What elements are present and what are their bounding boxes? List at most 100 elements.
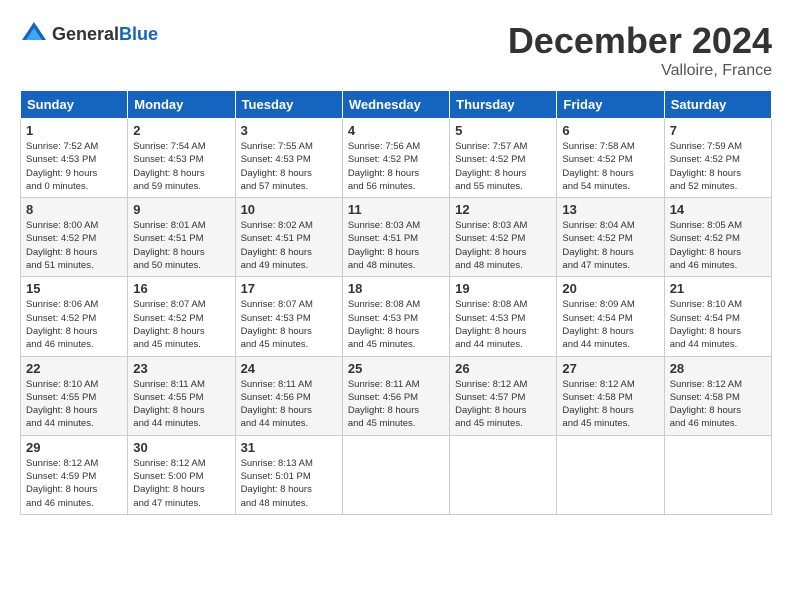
day-number: 8 [26, 202, 122, 217]
calendar-cell [664, 435, 771, 514]
day-info: Sunrise: 7:56 AMSunset: 4:52 PMDaylight:… [348, 140, 444, 193]
month-year: December 2024 [508, 20, 772, 62]
day-info: Sunrise: 8:11 AMSunset: 4:56 PMDaylight:… [241, 378, 337, 431]
day-info: Sunrise: 8:08 AMSunset: 4:53 PMDaylight:… [348, 298, 444, 351]
day-number: 11 [348, 202, 444, 217]
calendar-cell: 10 Sunrise: 8:02 AMSunset: 4:51 PMDaylig… [235, 198, 342, 277]
day-number: 16 [133, 281, 229, 296]
day-info: Sunrise: 8:12 AMSunset: 4:59 PMDaylight:… [26, 457, 122, 510]
day-number: 23 [133, 361, 229, 376]
day-info: Sunrise: 8:10 AMSunset: 4:54 PMDaylight:… [670, 298, 766, 351]
day-info: Sunrise: 7:55 AMSunset: 4:53 PMDaylight:… [241, 140, 337, 193]
day-info: Sunrise: 7:54 AMSunset: 4:53 PMDaylight:… [133, 140, 229, 193]
day-info: Sunrise: 8:03 AMSunset: 4:51 PMDaylight:… [348, 219, 444, 272]
day-number: 28 [670, 361, 766, 376]
day-info: Sunrise: 8:03 AMSunset: 4:52 PMDaylight:… [455, 219, 551, 272]
weekday-header: Thursday [450, 91, 557, 119]
calendar-cell: 27 Sunrise: 8:12 AMSunset: 4:58 PMDaylig… [557, 356, 664, 435]
calendar-cell: 26 Sunrise: 8:12 AMSunset: 4:57 PMDaylig… [450, 356, 557, 435]
calendar-cell: 25 Sunrise: 8:11 AMSunset: 4:56 PMDaylig… [342, 356, 449, 435]
calendar-table: SundayMondayTuesdayWednesdayThursdayFrid… [20, 90, 772, 515]
day-info: Sunrise: 8:13 AMSunset: 5:01 PMDaylight:… [241, 457, 337, 510]
day-number: 5 [455, 123, 551, 138]
day-number: 25 [348, 361, 444, 376]
logo: GeneralBlue [20, 20, 158, 48]
day-number: 6 [562, 123, 658, 138]
calendar-week-row: 29 Sunrise: 8:12 AMSunset: 4:59 PMDaylig… [21, 435, 772, 514]
calendar-cell: 4 Sunrise: 7:56 AMSunset: 4:52 PMDayligh… [342, 119, 449, 198]
calendar-cell: 5 Sunrise: 7:57 AMSunset: 4:52 PMDayligh… [450, 119, 557, 198]
calendar-cell: 13 Sunrise: 8:04 AMSunset: 4:52 PMDaylig… [557, 198, 664, 277]
weekday-header: Sunday [21, 91, 128, 119]
calendar-cell: 22 Sunrise: 8:10 AMSunset: 4:55 PMDaylig… [21, 356, 128, 435]
calendar-cell: 30 Sunrise: 8:12 AMSunset: 5:00 PMDaylig… [128, 435, 235, 514]
weekday-header: Wednesday [342, 91, 449, 119]
calendar-cell: 31 Sunrise: 8:13 AMSunset: 5:01 PMDaylig… [235, 435, 342, 514]
day-info: Sunrise: 8:07 AMSunset: 4:53 PMDaylight:… [241, 298, 337, 351]
logo-general-text: GeneralBlue [52, 24, 158, 45]
calendar-cell: 23 Sunrise: 8:11 AMSunset: 4:55 PMDaylig… [128, 356, 235, 435]
day-info: Sunrise: 8:12 AMSunset: 4:57 PMDaylight:… [455, 378, 551, 431]
day-info: Sunrise: 7:52 AMSunset: 4:53 PMDaylight:… [26, 140, 122, 193]
day-info: Sunrise: 8:09 AMSunset: 4:54 PMDaylight:… [562, 298, 658, 351]
day-number: 15 [26, 281, 122, 296]
day-number: 29 [26, 440, 122, 455]
calendar-cell: 6 Sunrise: 7:58 AMSunset: 4:52 PMDayligh… [557, 119, 664, 198]
page-header: GeneralBlue December 2024 Valloire, Fran… [20, 20, 772, 80]
day-number: 7 [670, 123, 766, 138]
weekday-header: Monday [128, 91, 235, 119]
day-number: 2 [133, 123, 229, 138]
day-number: 31 [241, 440, 337, 455]
weekday-header: Friday [557, 91, 664, 119]
calendar-cell: 1 Sunrise: 7:52 AMSunset: 4:53 PMDayligh… [21, 119, 128, 198]
calendar-cell: 11 Sunrise: 8:03 AMSunset: 4:51 PMDaylig… [342, 198, 449, 277]
day-info: Sunrise: 8:10 AMSunset: 4:55 PMDaylight:… [26, 378, 122, 431]
day-number: 17 [241, 281, 337, 296]
calendar-cell: 28 Sunrise: 8:12 AMSunset: 4:58 PMDaylig… [664, 356, 771, 435]
day-info: Sunrise: 8:12 AMSunset: 4:58 PMDaylight:… [670, 378, 766, 431]
day-info: Sunrise: 8:01 AMSunset: 4:51 PMDaylight:… [133, 219, 229, 272]
day-number: 30 [133, 440, 229, 455]
calendar-cell: 19 Sunrise: 8:08 AMSunset: 4:53 PMDaylig… [450, 277, 557, 356]
day-number: 20 [562, 281, 658, 296]
day-number: 24 [241, 361, 337, 376]
day-info: Sunrise: 8:06 AMSunset: 4:52 PMDaylight:… [26, 298, 122, 351]
day-number: 3 [241, 123, 337, 138]
day-info: Sunrise: 7:59 AMSunset: 4:52 PMDaylight:… [670, 140, 766, 193]
day-number: 21 [670, 281, 766, 296]
weekday-header-row: SundayMondayTuesdayWednesdayThursdayFrid… [21, 91, 772, 119]
title-block: December 2024 Valloire, France [508, 20, 772, 80]
calendar-cell: 14 Sunrise: 8:05 AMSunset: 4:52 PMDaylig… [664, 198, 771, 277]
calendar-cell [450, 435, 557, 514]
calendar-cell: 9 Sunrise: 8:01 AMSunset: 4:51 PMDayligh… [128, 198, 235, 277]
day-number: 22 [26, 361, 122, 376]
day-info: Sunrise: 8:12 AMSunset: 4:58 PMDaylight:… [562, 378, 658, 431]
day-number: 12 [455, 202, 551, 217]
calendar-cell: 15 Sunrise: 8:06 AMSunset: 4:52 PMDaylig… [21, 277, 128, 356]
calendar-cell: 21 Sunrise: 8:10 AMSunset: 4:54 PMDaylig… [664, 277, 771, 356]
calendar-cell: 2 Sunrise: 7:54 AMSunset: 4:53 PMDayligh… [128, 119, 235, 198]
day-number: 13 [562, 202, 658, 217]
day-info: Sunrise: 8:05 AMSunset: 4:52 PMDaylight:… [670, 219, 766, 272]
day-number: 10 [241, 202, 337, 217]
day-number: 18 [348, 281, 444, 296]
calendar-cell [342, 435, 449, 514]
calendar-week-row: 15 Sunrise: 8:06 AMSunset: 4:52 PMDaylig… [21, 277, 772, 356]
day-info: Sunrise: 8:08 AMSunset: 4:53 PMDaylight:… [455, 298, 551, 351]
day-info: Sunrise: 8:04 AMSunset: 4:52 PMDaylight:… [562, 219, 658, 272]
calendar-cell: 17 Sunrise: 8:07 AMSunset: 4:53 PMDaylig… [235, 277, 342, 356]
day-info: Sunrise: 8:02 AMSunset: 4:51 PMDaylight:… [241, 219, 337, 272]
day-number: 4 [348, 123, 444, 138]
weekday-header: Saturday [664, 91, 771, 119]
calendar-cell: 20 Sunrise: 8:09 AMSunset: 4:54 PMDaylig… [557, 277, 664, 356]
day-number: 19 [455, 281, 551, 296]
logo-icon [20, 20, 48, 48]
day-info: Sunrise: 8:00 AMSunset: 4:52 PMDaylight:… [26, 219, 122, 272]
calendar-cell: 29 Sunrise: 8:12 AMSunset: 4:59 PMDaylig… [21, 435, 128, 514]
day-number: 14 [670, 202, 766, 217]
location: Valloire, France [508, 62, 772, 80]
day-info: Sunrise: 7:57 AMSunset: 4:52 PMDaylight:… [455, 140, 551, 193]
calendar-cell: 7 Sunrise: 7:59 AMSunset: 4:52 PMDayligh… [664, 119, 771, 198]
calendar-week-row: 8 Sunrise: 8:00 AMSunset: 4:52 PMDayligh… [21, 198, 772, 277]
calendar-cell: 12 Sunrise: 8:03 AMSunset: 4:52 PMDaylig… [450, 198, 557, 277]
